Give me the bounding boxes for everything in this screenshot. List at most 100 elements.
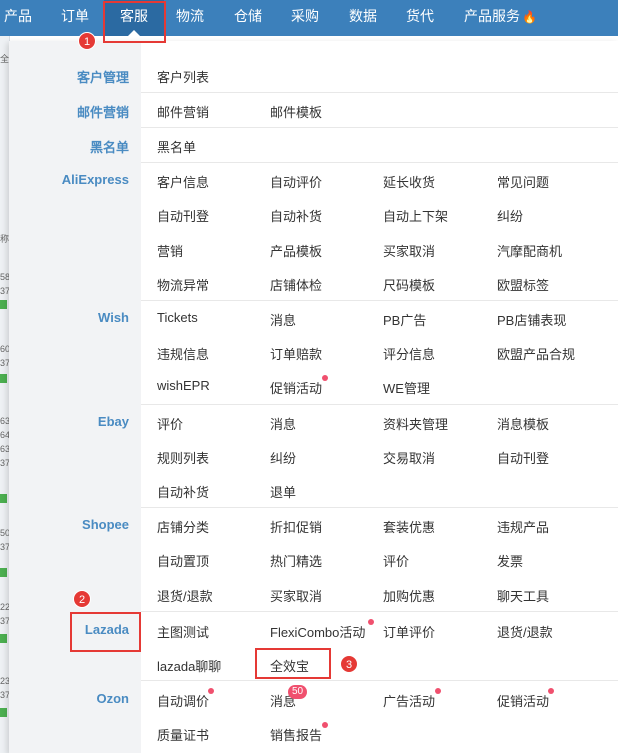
menu-item-wish-epr[interactable]: wishEPR [157,378,210,393]
nav-warehouse[interactable]: 仓储 [234,0,262,36]
notification-dot [322,375,328,381]
menu-item-ae-marketing[interactable]: 营销 [157,241,183,260]
menu-item-ebay-rule-list[interactable]: 规则列表 [157,448,209,467]
menu-item-lazada-order-review[interactable]: 订单评价 [383,622,435,641]
menu-item-ebay-transaction-cancel[interactable]: 交易取消 [383,448,435,467]
nav-orders[interactable]: 订单 [61,0,89,36]
menu-item-customer-list[interactable]: 客户列表 [157,67,209,86]
menu-item-ae-faq[interactable]: 常见问题 [497,172,549,191]
section-divider [141,611,618,612]
menu-item-wish-pb-ads[interactable]: PB广告 [383,310,426,329]
menu-item-wish-violations[interactable]: 违规信息 [157,344,209,363]
menu-item-lazada-flexicombo[interactable]: FlexiCombo活动 [270,622,365,641]
menu-item-ebay-messages[interactable]: 消息 [270,414,296,433]
menu-item-shopee-auto-bump[interactable]: 自动置顶 [157,551,209,570]
menu-item-shopee-chat-tool[interactable]: 聊天工具 [497,586,549,605]
category-wish: Wish [98,310,129,325]
menu-item-shopee-invoice[interactable]: 发票 [497,551,523,570]
menu-item-ae-auto-restock[interactable]: 自动补货 [270,206,322,225]
category-aliexpress: AliExpress [61,172,129,187]
menu-item-wish-promotions[interactable]: 促销活动 [270,378,322,397]
section-divider [141,162,618,163]
menu-item-ebay-auto-listing[interactable]: 自动刊登 [497,448,549,467]
menu-item-ae-eu-label[interactable]: 欧盟标签 [497,275,549,294]
bg-text: 全 [0,54,10,64]
category-email-marketing: 邮件营销 [76,105,129,120]
nav-products[interactable]: 产品 [4,0,32,36]
nav-product-services[interactable]: 产品服务 🔥 [464,0,537,36]
menu-item-wish-messages[interactable]: 消息 [270,310,296,329]
menu-item-ebay-folder-management[interactable]: 资料夹管理 [383,414,448,433]
section-divider [141,92,618,93]
menu-item-lazada-chat[interactable]: lazada聊聊 [157,656,221,675]
menu-item-ozon-auto-repricing[interactable]: 自动调价 [157,691,209,710]
menu-item-shopee-violating-products[interactable]: 违规产品 [497,517,549,536]
annotation-box-quanxiaobao [255,648,331,679]
section-divider [141,300,618,301]
menu-item-ae-auto-onoff-shelf[interactable]: 自动上下架 [383,206,448,225]
menu-item-wish-tickets[interactable]: Tickets [157,310,198,325]
notification-dot [208,688,214,694]
menu-item-ebay-message-template[interactable]: 消息模板 [497,414,549,433]
category-customer-management: 客户管理 [76,70,129,85]
menu-item-ae-extend-receipt[interactable]: 延长收货 [383,172,435,191]
nav-purchasing[interactable]: 采购 [291,0,319,36]
menu-item-ae-auto-review[interactable]: 自动评价 [270,172,322,191]
menu-item-wish-eu-compliance[interactable]: 欧盟产品合规 [497,344,575,363]
menu-item-shopee-top-picks[interactable]: 热门精选 [270,551,322,570]
menu-item-email-marketing[interactable]: 邮件营销 [157,102,209,121]
menu-item-ae-customer-info[interactable]: 客户信息 [157,172,209,191]
menu-item-ae-auto-listing[interactable]: 自动刊登 [157,206,209,225]
menu-item-shopee-reviews[interactable]: 评价 [383,551,409,570]
menu-item-ozon-ad-campaigns[interactable]: 广告活动 [383,691,435,710]
menu-item-ebay-feedback[interactable]: 评价 [157,414,183,433]
menu-item-ae-logistics-exception[interactable]: 物流异常 [157,275,209,294]
annotation-number-1: 1 [78,32,96,50]
annotation-box-customer-service [103,1,166,43]
menu-item-email-template[interactable]: 邮件模板 [270,102,322,121]
menu-item-lazada-main-image-test[interactable]: 主图测试 [157,622,209,641]
menu-item-wish-order-compensation[interactable]: 订单赔款 [270,344,322,363]
top-navigation: 产品 订单 客服 物流 仓储 采购 数据 货代 产品服务 🔥 [0,0,618,36]
menu-item-ebay-disputes[interactable]: 纠纷 [270,448,296,467]
menu-item-wish-we-management[interactable]: WE管理 [383,378,430,397]
menu-item-ebay-auto-restock[interactable]: 自动补货 [157,482,209,501]
bg-status-chip [0,568,7,577]
menu-item-ae-store-checkup[interactable]: 店铺体检 [270,275,322,294]
menu-item-ozon-quality-certificate[interactable]: 质量证书 [157,725,209,744]
menu-item-ae-product-template[interactable]: 产品模板 [270,241,322,260]
category-ebay: Ebay [97,414,129,429]
annotation-number-3: 3 [340,655,358,673]
menu-item-ebay-chargeback[interactable]: 退单 [270,482,296,501]
notification-dot [435,688,441,694]
menu-item-shopee-bundle-deal[interactable]: 套装优惠 [383,517,435,536]
nav-logistics[interactable]: 物流 [176,0,204,36]
menu-item-shopee-returns[interactable]: 退货/退款 [157,586,213,605]
section-divider [141,127,618,128]
section-divider [141,404,618,405]
menu-item-ae-auto-parts-opportunity[interactable]: 汽摩配商机 [497,241,562,260]
menu-item-ozon-promotions[interactable]: 促销活动 [497,691,549,710]
menu-item-lazada-returns[interactable]: 退货/退款 [497,622,553,641]
menu-item-ozon-sales-report[interactable]: 销售报告 [270,725,322,744]
notification-dot [322,722,328,728]
nav-data[interactable]: 数据 [349,0,377,36]
annotation-box-lazada [70,612,141,652]
menu-item-ae-size-template[interactable]: 尺码模板 [383,275,435,294]
notification-dot [548,688,554,694]
bg-status-chip [0,708,7,717]
menu-item-shopee-buyer-cancel[interactable]: 买家取消 [270,586,322,605]
menu-item-wish-pb-store-performance[interactable]: PB店铺表现 [497,310,566,329]
menu-item-shopee-discount[interactable]: 折扣促销 [270,517,322,536]
menu-item-ae-buyer-cancel[interactable]: 买家取消 [383,241,435,260]
menu-item-shopee-store-category[interactable]: 店铺分类 [157,517,209,536]
menu-item-ae-disputes[interactable]: 纠纷 [497,206,523,225]
bg-status-chip [0,300,7,309]
nav-forwarding[interactable]: 货代 [406,0,434,36]
section-divider [141,680,618,681]
menu-item-wish-rating-info[interactable]: 评分信息 [383,344,435,363]
bg-status-chip [0,374,7,383]
menu-item-blacklist[interactable]: 黑名单 [157,137,196,156]
menu-item-shopee-add-on-deal[interactable]: 加购优惠 [383,586,435,605]
category-shopee: Shopee [82,517,129,532]
